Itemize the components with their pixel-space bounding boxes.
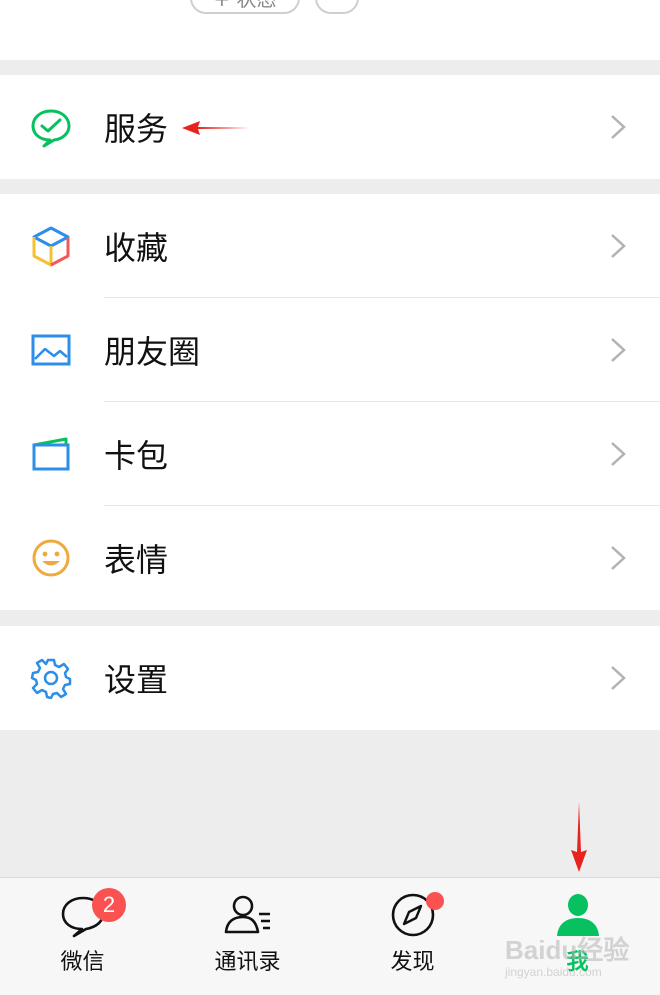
menu-item-stickers[interactable]: 表情 bbox=[0, 506, 660, 610]
tab-label: 通讯录 bbox=[214, 950, 281, 975]
menu-item-favorites[interactable]: 收藏 bbox=[0, 194, 660, 298]
menu-item-cards[interactable]: 卡包 bbox=[0, 402, 660, 506]
menu-label: 表情 bbox=[104, 541, 169, 579]
card-wallet-icon bbox=[32, 437, 70, 471]
menu-label: 收藏 bbox=[104, 229, 169, 267]
services-group: 服务 bbox=[0, 75, 660, 179]
gear-icon bbox=[30, 658, 72, 699]
chevron-right-icon bbox=[611, 442, 626, 466]
menu-item-services[interactable]: 服务 bbox=[0, 75, 660, 179]
status-more-button[interactable] bbox=[315, 0, 359, 14]
chevron-right-icon bbox=[611, 546, 626, 570]
menu-label: 朋友圈 bbox=[104, 333, 201, 371]
tab-me[interactable]: 我 bbox=[495, 878, 660, 995]
tab-chats[interactable]: 2 微信 bbox=[0, 878, 165, 995]
tab-label: 微信 bbox=[60, 950, 105, 975]
menu-label: 服务 bbox=[104, 110, 169, 148]
menu-item-settings[interactable]: 设置 bbox=[0, 626, 660, 730]
bottom-tab-bar: 2 微信 通讯录 发现 我 bbox=[0, 877, 660, 995]
tab-contacts[interactable]: 通讯录 bbox=[165, 878, 330, 995]
tab-label: 我 bbox=[566, 950, 589, 975]
tab-label: 发现 bbox=[390, 950, 435, 975]
menu-item-moments[interactable]: 朋友圈 bbox=[0, 298, 660, 402]
favorites-cube-icon bbox=[32, 226, 70, 267]
menu-label: 卡包 bbox=[104, 437, 169, 475]
moments-photo-icon bbox=[31, 334, 71, 366]
contacts-icon bbox=[224, 895, 270, 934]
chevron-right-icon bbox=[611, 234, 626, 258]
menu-label: 设置 bbox=[104, 661, 169, 699]
chevron-right-icon bbox=[611, 115, 626, 139]
settings-group: 设置 bbox=[0, 626, 660, 730]
add-status-button[interactable]: + 状态 bbox=[190, 0, 300, 14]
new-indicator-dot bbox=[426, 892, 444, 910]
annotation-arrow-down-icon bbox=[571, 802, 587, 872]
person-filled-icon bbox=[556, 894, 599, 936]
tab-discover[interactable]: 发现 bbox=[330, 878, 495, 995]
smiley-icon bbox=[32, 539, 70, 577]
annotation-arrow-left-icon bbox=[182, 121, 250, 135]
chevron-right-icon bbox=[611, 666, 626, 690]
profile-header: + 状态 bbox=[0, 0, 660, 60]
unread-badge: 2 bbox=[92, 888, 126, 922]
features-group: 收藏 朋友圈 卡包 表情 bbox=[0, 194, 660, 610]
services-icon bbox=[31, 109, 71, 148]
chevron-right-icon bbox=[611, 338, 626, 362]
